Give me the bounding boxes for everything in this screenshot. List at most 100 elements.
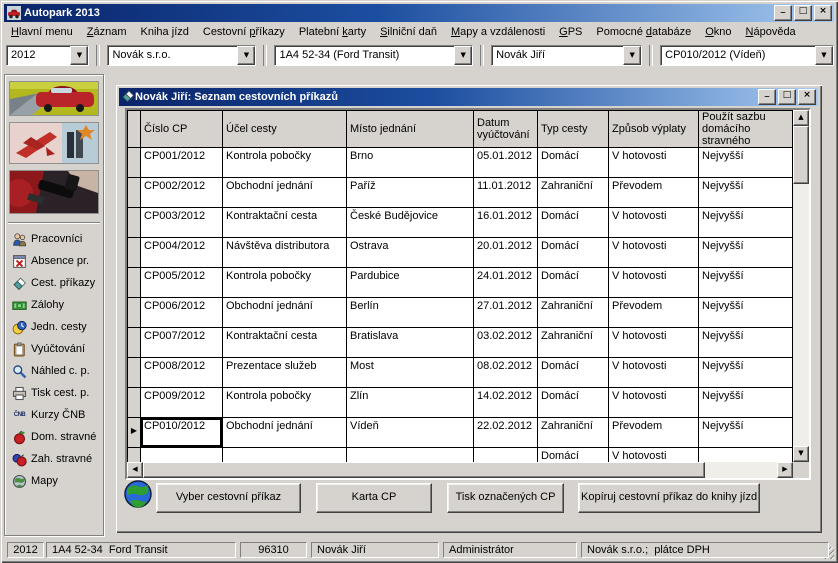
table-cell[interactable]: Zahraniční — [538, 298, 609, 328]
menu-item-gps[interactable]: GPS — [552, 24, 589, 40]
row-selector-cell[interactable] — [127, 448, 141, 462]
table-cell[interactable]: 16.01.2012 — [474, 208, 538, 238]
table-cell[interactable]: Domácí — [538, 448, 609, 462]
table-cell[interactable]: Domácí — [538, 388, 609, 418]
column-header-zpusob-vyplaty[interactable]: Způsob výplaty — [609, 110, 699, 148]
sidebar-item-pracovnici[interactable]: Pracovníci — [5, 228, 103, 250]
table-cell[interactable]: Zahraniční — [538, 328, 609, 358]
row-selector-cell[interactable] — [127, 238, 141, 268]
row-selector-cell[interactable] — [127, 148, 141, 178]
table-cell[interactable]: Zlín — [347, 388, 474, 418]
table-cell[interactable]: Domácí — [538, 268, 609, 298]
menu-item-platebni-karty[interactable]: Platební karty — [292, 24, 373, 40]
menu-item-cestovni-prikazy[interactable]: Cestovní příkazy — [196, 24, 292, 40]
table-cell[interactable]: CP007/2012 — [141, 328, 223, 358]
table-cell[interactable] — [223, 448, 347, 462]
table-cell[interactable]: Kontraktační cesta — [223, 328, 347, 358]
button-kopiruj-cestovni-prikaz-do-knihy-jizd[interactable]: Kopíruj cestovní příkaz do knihy jízd — [578, 483, 760, 513]
sidebar-item-tisk-cest-p[interactable]: Tisk cest. p. — [5, 382, 103, 404]
hscroll-thumb[interactable] — [143, 462, 705, 478]
table-cell[interactable]: Domácí — [538, 208, 609, 238]
sidebar-item-cest-prikazy[interactable]: Cest. příkazy — [5, 272, 103, 294]
row-selector-cell[interactable] — [127, 298, 141, 328]
table-cell[interactable]: Nejvyšší — [699, 358, 793, 388]
table-cell[interactable]: Nejvyšší — [699, 238, 793, 268]
sidebar-item-vyuctovani[interactable]: Vyúčtování — [5, 338, 103, 360]
minimize-button[interactable]: _ — [774, 5, 792, 21]
column-header-misto-jednani[interactable]: Místo jednání — [347, 110, 474, 148]
table-cell[interactable]: Nejvyšší — [699, 418, 793, 448]
table-cell[interactable] — [699, 448, 793, 462]
table-cell[interactable]: 14.02.2012 — [474, 388, 538, 418]
table-cell[interactable]: 08.02.2012 — [474, 358, 538, 388]
table-cell[interactable]: Prezentace služeb — [223, 358, 347, 388]
close-button[interactable]: × — [814, 5, 832, 21]
table-cell[interactable] — [474, 448, 538, 462]
menu-item-okno[interactable]: Okno — [698, 24, 738, 40]
inner-maximize-button[interactable]: □ — [778, 89, 796, 105]
table-cell[interactable] — [141, 448, 223, 462]
row-selector-cell[interactable] — [127, 208, 141, 238]
chevron-down-icon[interactable]: ▼ — [623, 46, 641, 65]
table-cell[interactable]: Nejvyšší — [699, 298, 793, 328]
table-cell[interactable]: Zahraniční — [538, 418, 609, 448]
toolbar-combo-novak-jiri[interactable]: Novák Jiří▼ — [491, 45, 642, 66]
table-cell[interactable]: Návštěva distributora — [223, 238, 347, 268]
table-cell[interactable]: CP002/2012 — [141, 178, 223, 208]
scroll-left-icon[interactable]: ◀ — [127, 462, 143, 478]
chevron-down-icon[interactable]: ▼ — [454, 46, 472, 65]
toolbar-combo-2012[interactable]: 2012▼ — [6, 45, 89, 66]
row-selector-cell[interactable] — [127, 358, 141, 388]
row-selector-cell[interactable] — [127, 178, 141, 208]
button-karta-cp[interactable]: Karta CP — [316, 483, 432, 513]
inner-minimize-button[interactable]: _ — [758, 89, 776, 105]
column-header-pouzit-sazbu-domaciho-stravneho[interactable]: Použít sazbu domácího stravného — [699, 110, 793, 148]
menu-item-napoveda[interactable]: Nápověda — [739, 24, 803, 40]
table-cell[interactable]: Nejvyšší — [699, 328, 793, 358]
menu-item-mapy-a-vzdalenosti[interactable]: Mapy a vzdálenosti — [444, 24, 552, 40]
table-cell[interactable]: 22.02.2012 — [474, 418, 538, 448]
table-cell[interactable]: CP001/2012 — [141, 148, 223, 178]
table-cell[interactable]: Ostrava — [347, 238, 474, 268]
inner-close-button[interactable]: × — [798, 89, 816, 105]
table-cell[interactable]: CP009/2012 — [141, 388, 223, 418]
horizontal-scrollbar[interactable]: ◀ ▶ — [127, 462, 793, 478]
table-cell[interactable]: CP010/2012 — [141, 418, 223, 448]
chevron-down-icon[interactable]: ▼ — [237, 46, 255, 65]
table-cell[interactable]: Domácí — [538, 148, 609, 178]
table-cell[interactable]: Převodem — [609, 418, 699, 448]
table-cell[interactable]: Domácí — [538, 238, 609, 268]
table-cell[interactable]: Domácí — [538, 358, 609, 388]
table-cell[interactable]: Brno — [347, 148, 474, 178]
table-cell[interactable]: Nejvyšší — [699, 208, 793, 238]
table-cell[interactable]: 11.01.2012 — [474, 178, 538, 208]
table-cell[interactable]: V hotovosti — [609, 388, 699, 418]
table-cell[interactable] — [347, 448, 474, 462]
chevron-down-icon[interactable]: ▼ — [70, 46, 88, 65]
table-cell[interactable]: V hotovosti — [609, 148, 699, 178]
sidebar-item-dom-stravne[interactable]: Dom. stravné — [5, 426, 103, 448]
row-selector-cell[interactable] — [127, 388, 141, 418]
table-cell[interactable]: V hotovosti — [609, 358, 699, 388]
sidebar-item-jedn-cesty[interactable]: Jedn. cesty — [5, 316, 103, 338]
menu-item-pomocne-databaze[interactable]: Pomocné databáze — [589, 24, 698, 40]
table-cell[interactable]: Obchodní jednání — [223, 178, 347, 208]
button-tisk-oznacenych-cp[interactable]: Tisk označených CP — [447, 483, 564, 513]
table-cell[interactable]: Kontrola pobočky — [223, 388, 347, 418]
column-header-typ-cesty[interactable]: Typ cesty — [538, 110, 609, 148]
row-selector-cell[interactable] — [127, 328, 141, 358]
scroll-up-icon[interactable]: ▲ — [793, 110, 809, 126]
table-cell[interactable]: V hotovosti — [609, 208, 699, 238]
table-cell[interactable]: CP003/2012 — [141, 208, 223, 238]
table-cell[interactable]: Nejvyšší — [699, 148, 793, 178]
table-cell[interactable]: Kontrola pobočky — [223, 148, 347, 178]
table-cell[interactable]: Obchodní jednání — [223, 418, 347, 448]
table-cell[interactable]: CP008/2012 — [141, 358, 223, 388]
button-vyber-cestovni-prikaz[interactable]: Vyber cestovní příkaz — [156, 483, 301, 513]
table-cell[interactable]: Nejvyšší — [699, 268, 793, 298]
table-cell[interactable]: Nejvyšší — [699, 178, 793, 208]
row-selector-cell[interactable] — [127, 268, 141, 298]
sidebar-item-kurzy-cnb[interactable]: ČNBKurzy ČNB — [5, 404, 103, 426]
table-cell[interactable]: Vídeň — [347, 418, 474, 448]
column-header-cislo-cp[interactable]: Číslo CP — [141, 110, 223, 148]
